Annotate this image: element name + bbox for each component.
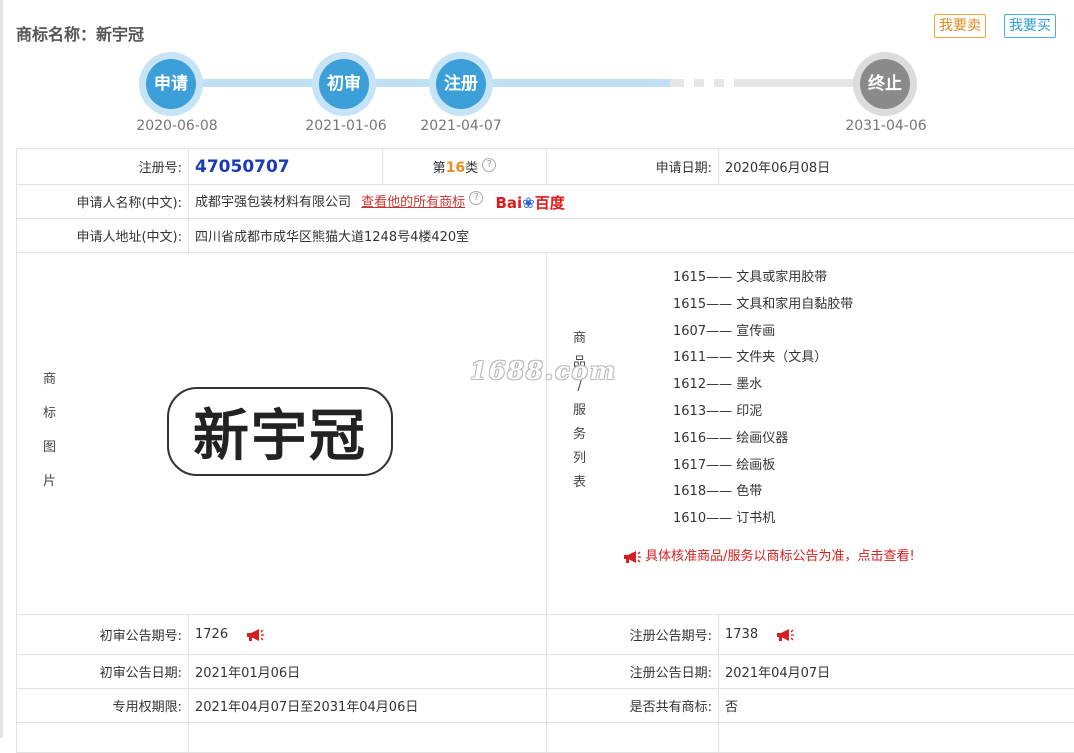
goods-label: 商 品 / 服 务 列 表: [573, 327, 586, 495]
table-row: 注册号: 47050707 第16类 ? 申请日期: 2020年06月08日: [17, 149, 1074, 185]
timeline-step-register: 注册: [429, 52, 493, 116]
table-row: 专用权期限: 2021年04月07日至2031年04月06日 是否共有商标: 否: [17, 689, 1074, 723]
reg-no-value: 47050707: [189, 149, 383, 185]
megaphone-icon: [623, 551, 641, 563]
term-value: 2021年04月07日至2031年04月06日: [189, 689, 547, 723]
step-date: 2021-04-07: [406, 118, 516, 134]
applicant-name: 成都宇强包装材料有限公司: [195, 195, 351, 210]
buy-button[interactable]: 我要买: [1004, 14, 1056, 38]
title-label: 商标名称：: [16, 25, 96, 44]
prelim-date: 2021年01月06日: [189, 655, 547, 689]
class-suffix: 类: [465, 161, 478, 176]
step-date: 2031-04-06: [831, 118, 941, 134]
reg-pub-no: 1738: [725, 627, 758, 642]
list-item: 1613—— 印泥: [673, 399, 853, 426]
baidu-logo-text: Bai: [495, 194, 522, 212]
help-icon[interactable]: ?: [482, 158, 496, 172]
reg-pub-no-cell: 1738: [719, 615, 1074, 655]
page-title: 商标名称：新宇冠: [16, 21, 144, 45]
sell-button[interactable]: 我要卖: [934, 14, 986, 38]
left-border: [0, 0, 3, 738]
watermark-1688: 1688.com: [470, 356, 617, 385]
table-row: 申请人名称(中文): 成都宇强包装材料有限公司 查看他的所有商标 ? Bai❀百…: [17, 185, 1074, 219]
list-item: 1615—— 文具和家用自黏胶带: [673, 292, 853, 319]
trademark-image-cell: 商 标 图 片 新宇冠: [17, 253, 547, 615]
shared-value: 否: [719, 689, 1074, 723]
applicant-label: 申请人名称(中文):: [17, 185, 189, 219]
list-item: 1618—— 色带: [673, 479, 853, 506]
timeline-progress-track: [170, 79, 670, 87]
baidu-logo-suffix: 百度: [535, 194, 565, 212]
apply-date-label: 申请日期:: [547, 149, 719, 185]
timeline-step-apply: 申请: [139, 52, 203, 116]
prelim-no-cell: 1726: [189, 615, 547, 655]
list-item: 1616—— 绘画仪器: [673, 426, 853, 453]
step-label: 终止: [860, 59, 910, 109]
list-item: 1617—— 绘画板: [673, 453, 853, 480]
term-label: 专用权期限:: [17, 689, 189, 723]
trademark-logo-text: 新宇冠: [167, 387, 393, 476]
megaphone-icon[interactable]: [776, 629, 794, 641]
trademark-image: 新宇冠: [167, 387, 393, 476]
table-row: 初审公告日期: 2021年01月06日 注册公告日期: 2021年04月07日: [17, 655, 1074, 689]
trademark-info-table: 注册号: 47050707 第16类 ? 申请日期: 2020年06月08日 申…: [16, 148, 1074, 753]
class-prefix: 第: [433, 161, 446, 176]
help-icon[interactable]: ?: [469, 191, 483, 205]
goods-list: 1615—— 文具或家用胶带 1615—— 文具和家用自黏胶带 1607—— 宣…: [673, 265, 853, 533]
class-cell: 第16类 ?: [383, 149, 547, 185]
reg-no-label: 注册号:: [17, 149, 189, 185]
prelim-no: 1726: [195, 627, 228, 642]
class-number: 16: [446, 160, 465, 176]
step-label: 申请: [146, 59, 196, 109]
reg-pub-date: 2021年04月07日: [719, 655, 1074, 689]
table-row: 商 标 图 片 新宇冠 商 品 / 服 务 列 表 1615—— 文具或家用胶带…: [17, 253, 1074, 615]
prelim-no-label: 初审公告期号:: [17, 615, 189, 655]
step-date: 2021-01-06: [291, 118, 401, 134]
timeline-step-prelim: 初审: [312, 52, 376, 116]
applicant-cell: 成都宇强包装材料有限公司 查看他的所有商标 ? Bai❀百度: [189, 185, 1074, 219]
see-all-trademarks-link[interactable]: 查看他的所有商标: [361, 195, 465, 210]
shared-label: 是否共有商标:: [547, 689, 719, 723]
prelim-date-label: 初审公告日期:: [17, 655, 189, 689]
step-date: 2020-06-08: [122, 118, 232, 134]
reg-pub-no-label: 注册公告期号:: [547, 615, 719, 655]
goods-list-cell: 商 品 / 服 务 列 表 1615—— 文具或家用胶带 1615—— 文具和家…: [547, 253, 1074, 615]
address-label: 申请人地址(中文):: [17, 219, 189, 253]
apply-date: 2020年06月08日: [719, 149, 1074, 185]
list-item: 1610—— 订书机: [673, 506, 853, 533]
list-item: 1612—— 墨水: [673, 372, 853, 399]
list-item: 1615—— 文具或家用胶带: [673, 265, 853, 292]
address-value: 四川省成都市成华区熊猫大道1248号4楼420室: [189, 219, 1074, 253]
megaphone-icon[interactable]: [246, 629, 264, 641]
table-row: 申请人地址(中文): 四川省成都市成华区熊猫大道1248号4楼420室: [17, 219, 1074, 253]
baidu-search-button[interactable]: Bai❀百度: [495, 192, 564, 213]
step-label: 初审: [319, 59, 369, 109]
trademark-name: 新宇冠: [96, 25, 144, 44]
table-row: 初审公告期号: 1726 注册公告期号: 1738: [17, 615, 1074, 655]
image-label: 商 标 图 片: [43, 363, 56, 499]
list-item: 1611—— 文件夹（文具）: [673, 345, 853, 372]
step-label: 注册: [436, 59, 486, 109]
reg-pub-date-label: 注册公告日期:: [547, 655, 719, 689]
timeline-step-end: 终止: [853, 52, 917, 116]
goods-notice-link[interactable]: 具体核准商品/服务以商标公告为准，点击查看!: [615, 545, 915, 564]
goods-notice-text: 具体核准商品/服务以商标公告为准，点击查看!: [645, 549, 915, 564]
list-item: 1607—— 宣传画: [673, 319, 853, 346]
paw-icon: ❀: [522, 194, 535, 212]
reg-no: 47050707: [195, 157, 290, 177]
